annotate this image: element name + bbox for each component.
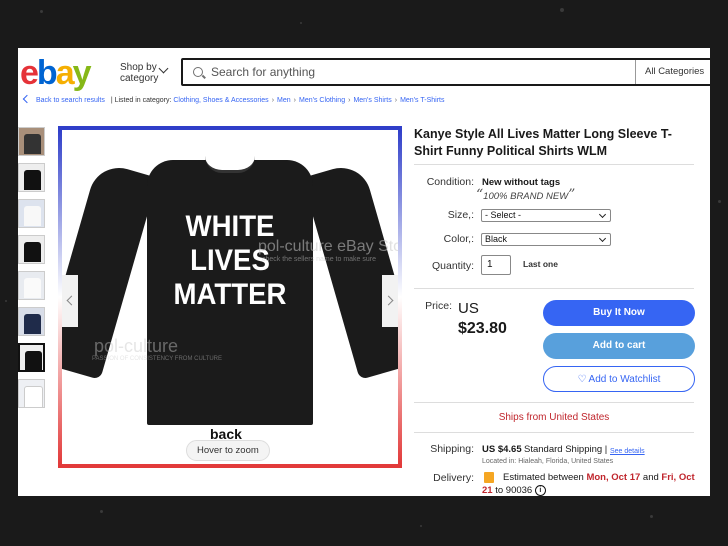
- breadcrumb-item[interactable]: Men's Clothing: [299, 97, 345, 104]
- breadcrumb-item[interactable]: Men's Shirts: [353, 97, 391, 104]
- chevron-down-icon: [158, 63, 169, 74]
- condition-label: Condition:: [426, 176, 474, 188]
- back-to-search-link[interactable]: Back to search results: [36, 97, 105, 104]
- breadcrumb: Back to search results | Listed in categ…: [22, 94, 444, 104]
- search-input[interactable]: Search for anything: [211, 65, 315, 79]
- buy-it-now-button[interactable]: Buy It Now: [543, 300, 695, 326]
- price-label: Price:: [425, 300, 452, 312]
- size-select[interactable]: - Select -: [481, 209, 611, 222]
- logo-letter-b: b: [36, 54, 58, 92]
- condition-note: “100% BRAND NEW”: [476, 187, 576, 203]
- ebay-page: ebay Shop by category Search for anythin…: [18, 48, 710, 496]
- divider: [414, 432, 694, 433]
- thumbnail-2[interactable]: [18, 163, 45, 192]
- breadcrumb-separator: ›: [293, 97, 296, 104]
- previous-image-button[interactable]: [62, 275, 78, 327]
- shipping-method: Standard Shipping |: [524, 444, 608, 455]
- shirt-text-line: MATTER: [173, 278, 287, 311]
- shirt-sleeve-right: [302, 160, 398, 380]
- watermark-store: pol-culture eBay Store: [258, 238, 398, 255]
- chevron-down-icon: [598, 210, 607, 219]
- thumbnail-3[interactable]: [18, 199, 45, 228]
- color-select[interactable]: Black: [481, 233, 611, 246]
- chevron-down-icon: [598, 234, 607, 243]
- see-details-link[interactable]: See details: [610, 445, 645, 456]
- see-details-text: See details: [610, 448, 645, 455]
- delivery-label: Delivery:: [433, 472, 474, 484]
- thumbnail-7-selected[interactable]: [18, 343, 45, 372]
- last-one-badge: Last one: [523, 259, 558, 269]
- thumbnail-8[interactable]: [18, 379, 45, 408]
- delivery-end-date: Fri, Oct: [661, 472, 695, 483]
- delivery-truck-icon: [484, 472, 494, 483]
- delivery-zip: to 90036: [495, 485, 533, 496]
- shipping-cost: US $4.65: [482, 444, 522, 455]
- delivery-start-date: Mon, Oct 17: [586, 472, 641, 483]
- breadcrumb-item[interactable]: Clothing, Shoes & Accessories: [173, 97, 268, 104]
- main-product-image[interactable]: WHITE LIVES MATTER pol-culture eBay Stor…: [62, 130, 398, 464]
- search-bar: Search for anything All Categories: [181, 58, 710, 86]
- add-to-watchlist-button[interactable]: ♡ Add to Watchlist: [543, 366, 695, 392]
- delivery-and: and: [642, 472, 659, 483]
- logo-letter-e: e: [20, 54, 39, 92]
- search-icon: [193, 67, 203, 77]
- thumbnail-5[interactable]: [18, 271, 45, 300]
- divider: [414, 164, 694, 165]
- divider: [635, 60, 636, 84]
- breadcrumb-separator: ›: [348, 97, 351, 104]
- delivery-prefix: Estimated between: [503, 472, 584, 483]
- quantity-input[interactable]: 1: [481, 255, 511, 275]
- size-label: Size,:: [447, 209, 474, 221]
- breadcrumb-item[interactable]: Men's T-Shirts: [400, 97, 444, 104]
- breadcrumb-item[interactable]: Men: [277, 97, 291, 104]
- size-select-value: - Select -: [485, 210, 522, 220]
- listed-in-label: | Listed in category:: [110, 97, 172, 104]
- quantity-label: Quantity:: [431, 260, 474, 272]
- delivery-estimate: Estimated between Mon, Oct 17 and Fri, O…: [503, 472, 695, 483]
- breadcrumb-separator: ›: [271, 97, 275, 104]
- delivery-end-day: 21: [482, 485, 493, 496]
- color-select-value: Black: [485, 234, 508, 244]
- color-label: Color,:: [443, 233, 474, 245]
- price-currency: US: [458, 300, 479, 317]
- item-location: Located in: Hialeah, Florida, United Sta…: [482, 458, 614, 465]
- add-to-watchlist-label: Add to Watchlist: [588, 374, 661, 385]
- add-to-cart-button[interactable]: Add to cart: [543, 333, 695, 359]
- thumbnail-4[interactable]: [18, 235, 45, 264]
- category-select[interactable]: All Categories: [645, 66, 704, 77]
- divider: [414, 288, 694, 289]
- ships-from-notice: Ships from United States: [498, 412, 610, 423]
- watermark-tagline: PASSION OF CONSISTENCY FROM CULTURE: [92, 356, 223, 362]
- thumbnail-1[interactable]: [18, 127, 45, 156]
- shipping-label: Shipping:: [430, 443, 474, 455]
- thumbnail-6[interactable]: [18, 307, 45, 336]
- shop-by-category-button[interactable]: Shop by category: [120, 62, 158, 84]
- logo-letter-a: a: [55, 54, 75, 92]
- heart-icon: ♡: [577, 374, 587, 385]
- condition-note-text: 100% BRAND NEW: [483, 191, 569, 202]
- shop-by-line1: Shop by: [120, 62, 157, 73]
- ebay-logo[interactable]: ebay: [20, 54, 92, 92]
- watermark-note: check the sellers name to make sure: [262, 256, 376, 263]
- delivery-estimate-line2: 21 to 90036 i: [482, 485, 546, 496]
- divider: [414, 402, 694, 403]
- listing-title: Kanye Style All Lives Matter Long Sleeve…: [414, 127, 672, 158]
- back-arrow-icon[interactable]: [22, 94, 32, 104]
- logo-letter-y: y: [72, 54, 92, 92]
- hover-to-zoom-hint: Hover to zoom: [186, 440, 270, 461]
- breadcrumb-separator: ›: [394, 97, 398, 104]
- shop-by-line2: category: [120, 73, 159, 84]
- info-icon[interactable]: i: [534, 485, 546, 496]
- watermark-brand: pol-culture: [94, 336, 179, 356]
- price-value: $23.80: [458, 320, 507, 337]
